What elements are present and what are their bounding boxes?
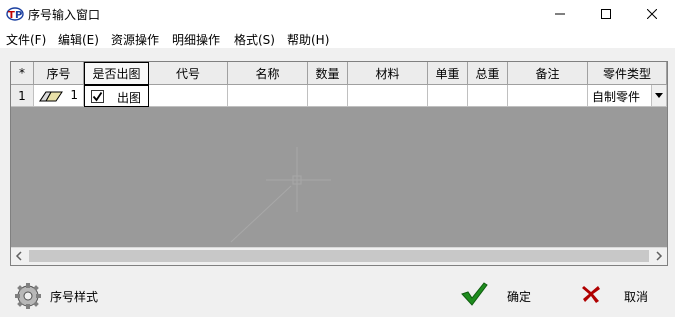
row-indicator[interactable]: 1 bbox=[11, 85, 34, 107]
cell-remark[interactable] bbox=[508, 85, 588, 107]
scroll-left-icon[interactable] bbox=[15, 251, 23, 261]
close-button[interactable] bbox=[629, 0, 675, 28]
col-header-name[interactable]: 名称 bbox=[228, 62, 308, 85]
svg-text:P: P bbox=[15, 10, 22, 21]
app-logo-icon: T P bbox=[6, 7, 24, 21]
maximize-icon bbox=[601, 9, 611, 19]
minimize-icon bbox=[555, 13, 565, 15]
menu-format[interactable]: 格式(S) bbox=[234, 31, 275, 48]
cancel-x-icon[interactable] bbox=[581, 284, 601, 304]
print-label: 出图 bbox=[117, 91, 142, 105]
col-header-qty[interactable]: 数量 bbox=[308, 62, 348, 85]
svg-text:T: T bbox=[8, 10, 15, 21]
minimize-button[interactable] bbox=[537, 0, 583, 28]
col-header-seq[interactable]: 序号 bbox=[34, 62, 84, 85]
checkmark-icon bbox=[92, 92, 103, 102]
col-header-code[interactable]: 代号 bbox=[149, 62, 228, 85]
maximize-button[interactable] bbox=[583, 0, 629, 28]
close-icon bbox=[647, 9, 657, 19]
window-title: 序号输入窗口 bbox=[28, 8, 101, 22]
col-header-part-type[interactable]: 零件类型 bbox=[588, 62, 667, 85]
title-bar: T P 序号输入窗口 bbox=[0, 0, 675, 28]
scroll-right-icon[interactable] bbox=[655, 251, 663, 261]
cell-unit-weight[interactable] bbox=[428, 85, 468, 107]
cell-code[interactable] bbox=[149, 85, 228, 107]
menu-resource-ops[interactable]: 资源操作 bbox=[111, 31, 159, 48]
col-header-unit-weight[interactable]: 单重 bbox=[428, 62, 468, 85]
menu-detail-ops[interactable]: 明细操作 bbox=[172, 31, 220, 48]
eraser-icon bbox=[39, 91, 63, 102]
col-header-total-weight[interactable]: 总重 bbox=[468, 62, 508, 85]
menu-bar: 文件(F) 编辑(E) 资源操作 明细操作 格式(S) 帮助(H) bbox=[0, 28, 675, 48]
col-header-material[interactable]: 材料 bbox=[348, 62, 428, 85]
part-type-value: 自制零件 bbox=[592, 90, 641, 104]
col-header-print[interactable]: 是否出图 bbox=[84, 62, 149, 85]
print-checkbox[interactable] bbox=[91, 90, 104, 103]
cell-total-weight[interactable] bbox=[468, 85, 508, 107]
menu-edit[interactable]: 编辑(E) bbox=[58, 31, 99, 48]
scrollbar-thumb[interactable] bbox=[29, 250, 649, 262]
gear-icon[interactable] bbox=[14, 282, 42, 310]
seq-value: 1 bbox=[70, 88, 78, 102]
col-header-indicator: * bbox=[11, 62, 34, 85]
cell-qty[interactable] bbox=[308, 85, 348, 107]
menu-file[interactable]: 文件(F) bbox=[6, 31, 46, 48]
horizontal-scrollbar[interactable] bbox=[11, 247, 667, 265]
cancel-button[interactable]: 取消 bbox=[624, 288, 648, 305]
part-type-dropdown[interactable] bbox=[651, 85, 666, 106]
seq-style-button[interactable]: 序号样式 bbox=[50, 288, 98, 305]
cell-material[interactable] bbox=[348, 85, 428, 107]
col-header-remark[interactable]: 备注 bbox=[508, 62, 588, 85]
dropdown-arrow-icon bbox=[655, 93, 663, 98]
cell-print[interactable]: 出图 bbox=[84, 85, 149, 107]
sequence-grid[interactable]: * 序号 是否出图 代号 名称 数量 材料 单重 总重 备注 零件类型 1 1 … bbox=[10, 61, 668, 266]
menu-help[interactable]: 帮助(H) bbox=[287, 31, 329, 48]
cell-part-type[interactable]: 自制零件 bbox=[588, 85, 667, 107]
ok-button[interactable]: 确定 bbox=[507, 288, 531, 305]
cell-name[interactable] bbox=[228, 85, 308, 107]
cell-seq[interactable]: 1 bbox=[34, 85, 84, 107]
checkmark-ok-icon[interactable] bbox=[460, 281, 488, 307]
